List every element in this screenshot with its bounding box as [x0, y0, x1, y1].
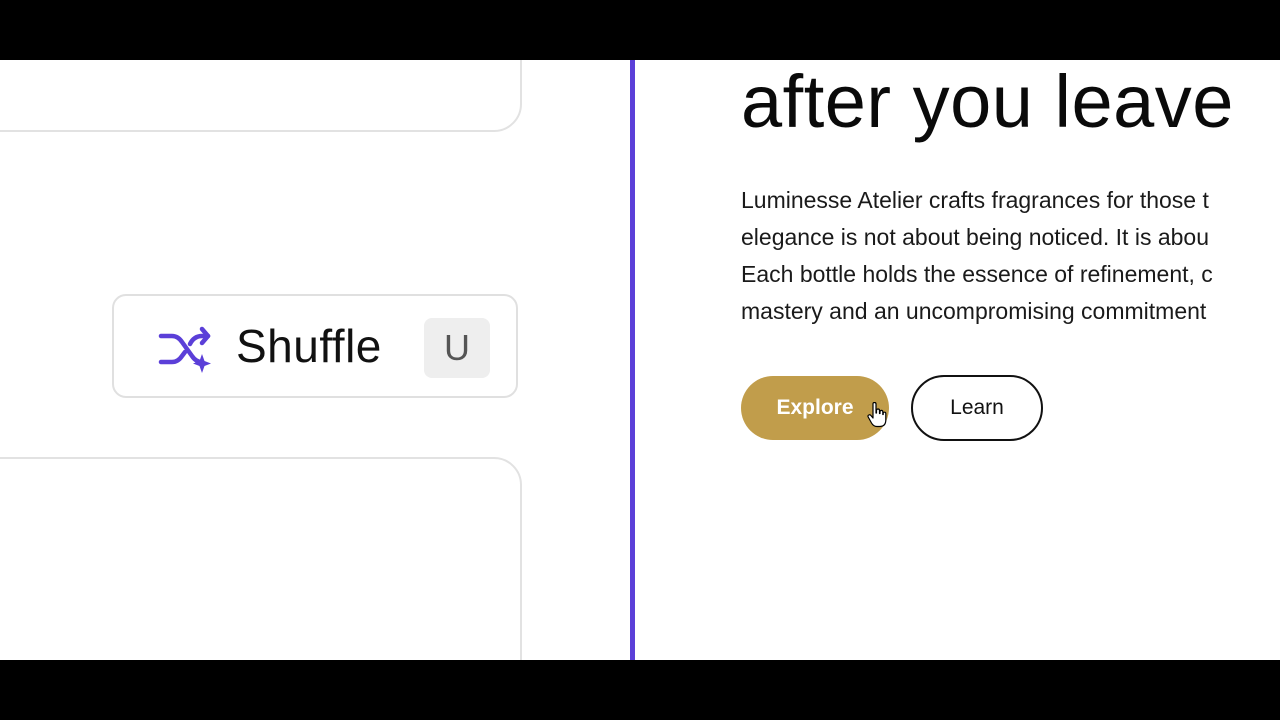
hero-body-line: Luminesse Atelier crafts fragrances for …: [741, 187, 1209, 213]
right-panel-preview: after you leave Luminesse Atelier crafts…: [635, 60, 1280, 660]
hero-body-line: elegance is not about being noticed. It …: [741, 224, 1210, 250]
card-top: [0, 60, 522, 132]
hero-body-line: mastery and an uncompromising commitment: [741, 298, 1207, 324]
shuffle-button[interactable]: Shuffle U: [112, 294, 518, 398]
hand-pointer-cursor-icon: [867, 402, 887, 428]
hero-body: Luminesse Atelier crafts fragrances for …: [741, 182, 1280, 330]
learn-button[interactable]: Learn: [911, 375, 1043, 441]
shuffle-label: Shuffle: [236, 320, 382, 372]
left-panel: Shuffle U: [0, 60, 630, 660]
shuffle-sparkle-icon: [158, 326, 211, 373]
video-frame: Shuffle U after you leave Luminesse Atel…: [0, 0, 1280, 720]
hero-body-line: Each bottle holds the essence of refinem…: [741, 261, 1213, 287]
shortcut-key-badge: U: [424, 318, 490, 378]
screen-canvas: Shuffle U after you leave Luminesse Atel…: [0, 60, 1280, 660]
hero-heading: after you leave: [741, 60, 1234, 143]
card-bottom: [0, 457, 522, 660]
